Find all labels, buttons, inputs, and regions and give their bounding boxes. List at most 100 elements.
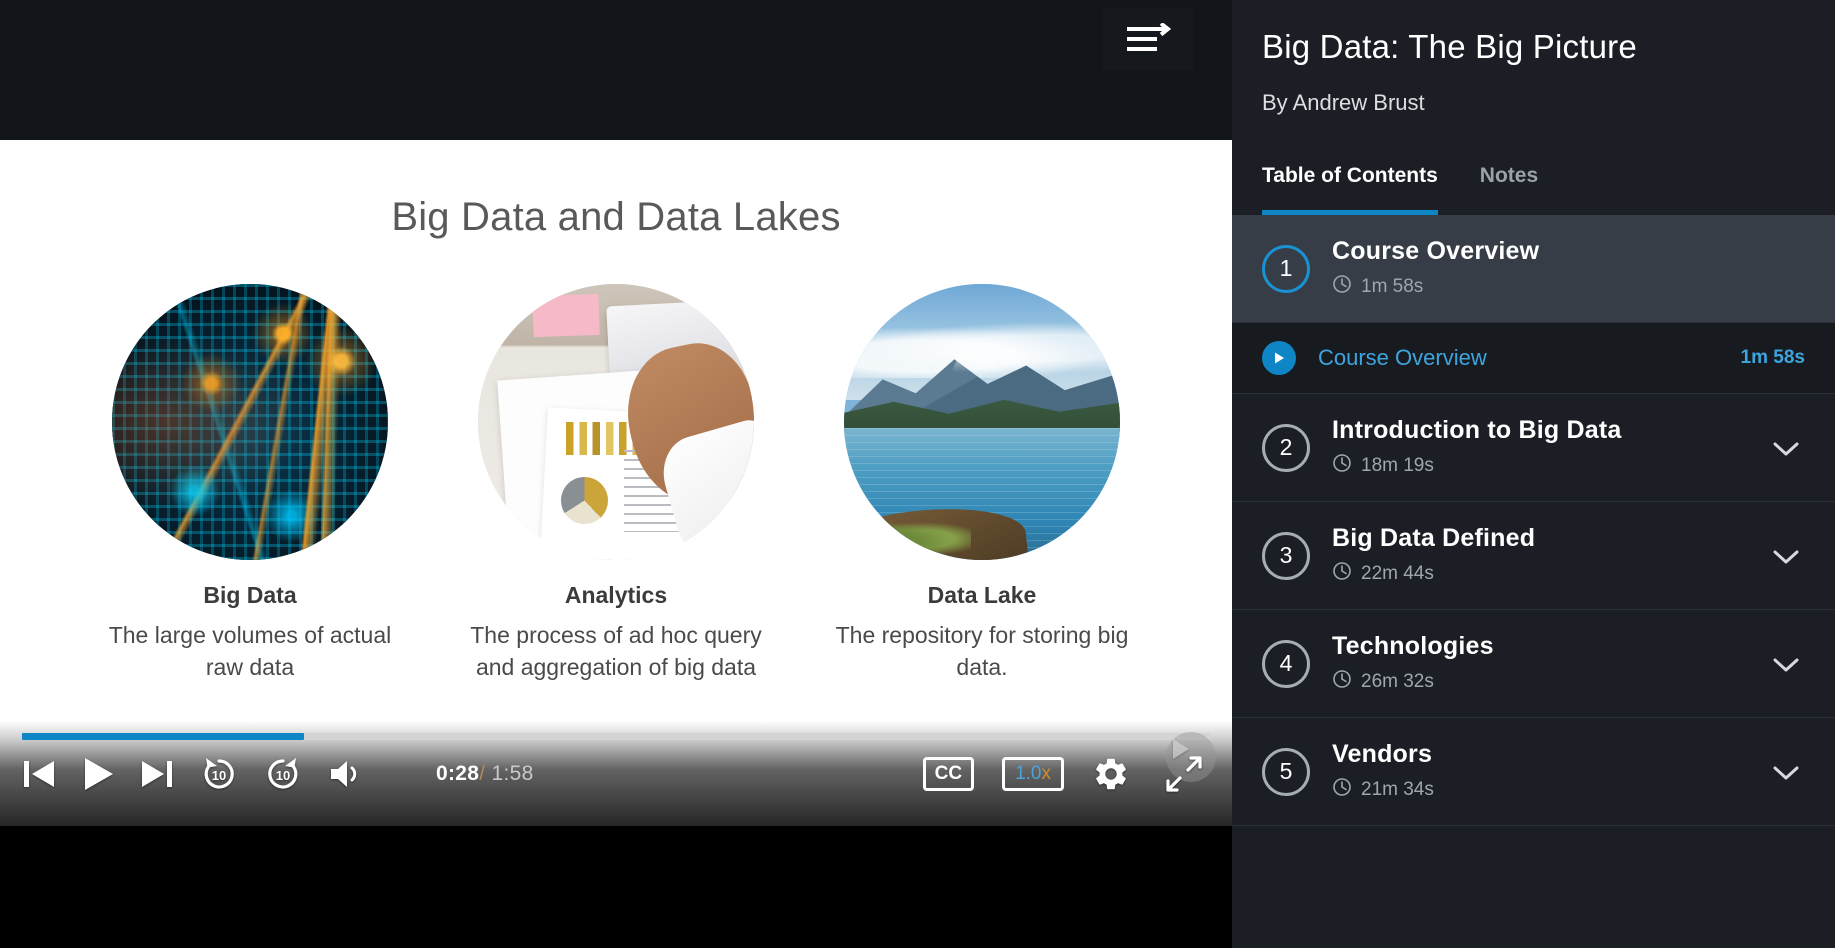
module-meta: 26m 32s — [1332, 669, 1751, 695]
fullscreen-icon — [1163, 753, 1205, 795]
slide-card-desc: The large volumes of actual raw data — [108, 622, 392, 680]
sidebar-tabs: Table of Contents Notes — [1232, 164, 1835, 215]
module-title: Technologies — [1332, 632, 1494, 660]
clock-icon — [1332, 453, 1352, 479]
toc-module-2[interactable]: 2 Introduction to Big Data 18m 19s — [1232, 394, 1835, 502]
seek-bar[interactable] — [22, 733, 1210, 740]
course-title: Big Data: The Big Picture — [1262, 28, 1637, 65]
volume-button[interactable] — [328, 758, 366, 790]
module-duration: 22m 44s — [1361, 563, 1434, 584]
playback-speed-suffix: x — [1041, 763, 1052, 784]
previous-icon — [22, 759, 56, 789]
forward-10-icon: 10 — [264, 755, 302, 793]
slide-card: Data Lake The repository for storing big… — [832, 284, 1132, 683]
clip-play-icon — [1262, 341, 1296, 375]
slide-card-list: Big Data The large volumes of actual raw… — [0, 284, 1232, 683]
module-title: Big Data Defined — [1332, 524, 1536, 552]
module-title: Introduction to Big Data — [1332, 416, 1622, 444]
closed-captions-button[interactable]: CC — [922, 757, 975, 791]
slide-title: Big Data and Data Lakes — [391, 195, 841, 239]
module-body: Course Overview 1m 58s — [1332, 237, 1805, 300]
module-title: Course Overview — [1332, 237, 1540, 265]
toc-toggle-button[interactable] — [1102, 8, 1194, 70]
time-display: 0:28/ 1:58 — [436, 762, 534, 786]
play-icon — [82, 757, 114, 791]
slide-card-title: Data Lake — [927, 582, 1037, 608]
module-body: Big Data Defined 22m 44s — [1332, 524, 1751, 587]
forward-10-button[interactable]: 10 — [264, 755, 302, 793]
module-meta: 18m 19s — [1332, 453, 1751, 479]
module-number: 1 — [1262, 244, 1310, 293]
time-separator: / — [479, 762, 486, 785]
toc-toggle-icon — [1125, 23, 1171, 55]
gear-icon — [1092, 755, 1130, 793]
module-duration: 18m 19s — [1361, 455, 1434, 476]
module-title: Vendors — [1332, 740, 1433, 768]
current-time: 0:28 — [436, 762, 480, 785]
volume-icon — [328, 758, 366, 790]
module-meta: 1m 58s — [1332, 274, 1805, 300]
settings-button[interactable] — [1092, 755, 1130, 793]
module-body: Technologies 26m 32s — [1332, 632, 1751, 695]
rewind-10-icon: 10 — [200, 755, 238, 793]
seek-bar-progress — [22, 733, 304, 740]
sidebar-header: Big Data: The Big Picture By Andrew Brus… — [1232, 0, 1835, 116]
clock-icon — [1332, 669, 1352, 695]
module-duration: 21m 34s — [1361, 779, 1434, 800]
big-data-binary-photo — [112, 284, 388, 560]
module-meta: 21m 34s — [1332, 777, 1751, 803]
svg-text:10: 10 — [276, 768, 290, 783]
chevron-down-icon[interactable] — [1773, 543, 1805, 569]
previous-button[interactable] — [22, 759, 56, 789]
toc-module-1[interactable]: 1 Course Overview 1m 58s — [1232, 215, 1835, 323]
course-author: By Andrew Brust — [1262, 90, 1425, 115]
video-player: Big Data and Data Lakes Big Data The lar… — [0, 0, 1232, 948]
clip-duration: 1m 58s — [1740, 347, 1805, 368]
next-button[interactable] — [140, 759, 174, 789]
player-letterbox — [0, 826, 1232, 948]
tab-notes[interactable]: Notes — [1480, 164, 1538, 215]
module-number: 2 — [1262, 423, 1310, 472]
playback-speed-button[interactable]: 1.0x — [1002, 757, 1064, 791]
toc-module-5[interactable]: 5 Vendors 21m 34s — [1232, 718, 1835, 826]
svg-text:10: 10 — [212, 768, 226, 783]
player-controls-left: 10 10 0:28/ 1:58 — [22, 755, 534, 793]
next-icon — [140, 759, 174, 789]
player-topbar — [0, 0, 1232, 140]
slide-card-title: Analytics — [564, 582, 668, 608]
slide-card-desc: The repository for storing big data. — [835, 622, 1129, 680]
module-duration: 1m 58s — [1361, 276, 1424, 297]
slide-card: Analytics The process of ad hoc query an… — [466, 284, 766, 683]
tab-table-of-contents[interactable]: Table of Contents — [1262, 164, 1438, 215]
player-controls-right: CC 1.0x — [922, 732, 1216, 800]
toc-clip-current[interactable]: Course Overview 1m 58s — [1232, 323, 1835, 394]
fullscreen-button[interactable] — [1158, 732, 1216, 800]
module-body: Introduction to Big Data 18m 19s — [1332, 416, 1751, 479]
chevron-down-icon[interactable] — [1773, 651, 1805, 677]
clock-icon — [1332, 777, 1352, 803]
module-meta: 22m 44s — [1332, 561, 1751, 587]
clock-icon — [1332, 561, 1352, 587]
module-number: 5 — [1262, 747, 1310, 796]
player-controls: 10 10 0:28/ 1:58 CC 1.0x — [0, 721, 1232, 826]
toc-module-3[interactable]: 3 Big Data Defined 22m 44s — [1232, 502, 1835, 610]
play-button[interactable] — [82, 757, 114, 791]
module-duration: 26m 32s — [1361, 671, 1434, 692]
playback-speed-value: 1.0 — [1015, 763, 1042, 784]
course-player-app: Big Data and Data Lakes Big Data The lar… — [0, 0, 1835, 948]
toc-module-4[interactable]: 4 Technologies 26m 32s — [1232, 610, 1835, 718]
module-number: 4 — [1262, 639, 1310, 688]
chevron-down-icon[interactable] — [1773, 759, 1805, 785]
table-of-contents-list: 1 Course Overview 1m 58s Course Overview… — [1232, 215, 1835, 826]
clip-title: Course Overview — [1318, 345, 1487, 370]
data-lake-landscape-photo — [844, 284, 1120, 560]
analytics-desk-photo — [478, 284, 754, 560]
slide-card: Big Data The large volumes of actual raw… — [100, 284, 400, 683]
slide-card-desc: The process of ad hoc query and aggregat… — [470, 622, 762, 680]
rewind-10-button[interactable]: 10 — [200, 755, 238, 793]
module-number: 3 — [1262, 531, 1310, 580]
player-controls-row: 10 10 0:28/ 1:58 CC 1.0x — [0, 732, 1232, 808]
clock-icon — [1332, 274, 1352, 300]
module-body: Vendors 21m 34s — [1332, 740, 1751, 803]
chevron-down-icon[interactable] — [1773, 435, 1805, 461]
